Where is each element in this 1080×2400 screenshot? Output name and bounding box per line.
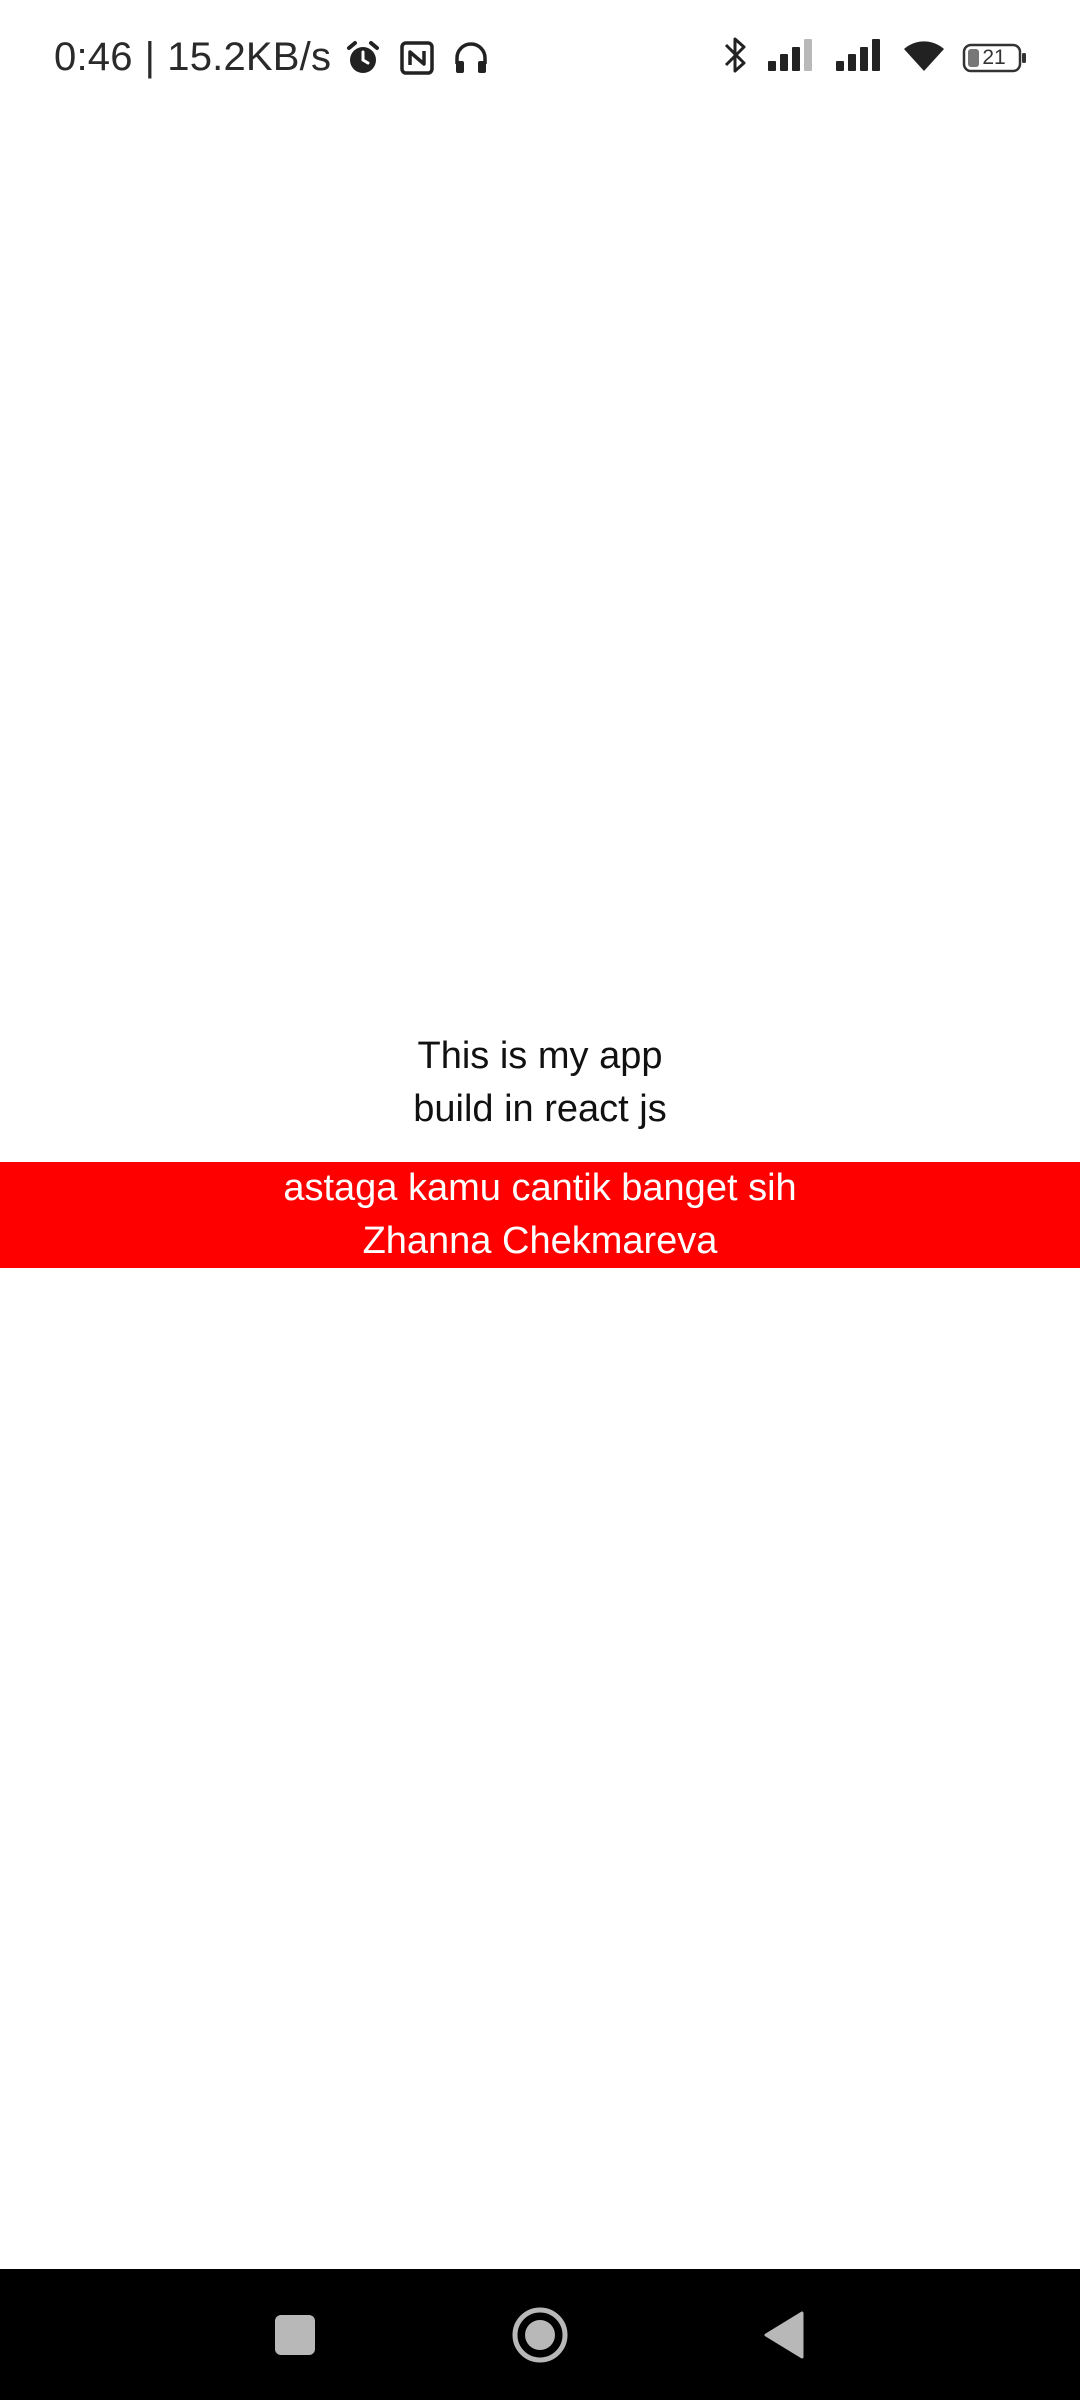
banner-line-1: astaga kamu cantik banget sih <box>283 1167 797 1209</box>
status-left: 0:46 | 15.2KB/s <box>54 35 493 80</box>
recent-apps-button[interactable] <box>235 2269 355 2400</box>
headphones-icon <box>449 36 493 80</box>
bluetooth-icon <box>720 33 750 82</box>
battery-icon: 21 <box>962 41 1028 75</box>
status-time: 0:46 <box>54 35 133 79</box>
network-speed: 15.2KB/s <box>167 35 332 79</box>
square-icon <box>275 2314 315 2355</box>
nfc-icon <box>395 36 439 80</box>
red-banner: astaga kamu cantik banget sih Zhanna Che… <box>0 1162 1080 1268</box>
status-separator: | <box>144 35 156 79</box>
wifi-icon <box>902 37 946 78</box>
signal-icon <box>766 37 818 78</box>
navigation-bar <box>0 2269 1080 2400</box>
home-button[interactable] <box>480 2269 600 2400</box>
alarm-icon <box>341 36 385 80</box>
intro-line-2: build in react js <box>413 1088 667 1130</box>
signal-icon <box>834 37 886 78</box>
status-right: 21 <box>720 33 1028 82</box>
triangle-back-icon <box>764 2311 804 2358</box>
status-bar: 0:46 | 15.2KB/s 21 <box>0 0 1080 115</box>
intro-line-1: This is my app <box>417 1035 663 1077</box>
screen: 0:46 | 15.2KB/s 21 This is my app build … <box>0 0 1080 2400</box>
app-intro-text: This is my app build in react js <box>0 1030 1080 1136</box>
circle-icon <box>512 2307 568 2362</box>
back-button[interactable] <box>724 2269 844 2400</box>
banner-line-2: Zhanna Chekmareva <box>362 1220 718 1262</box>
battery-level: 21 <box>982 45 1006 69</box>
